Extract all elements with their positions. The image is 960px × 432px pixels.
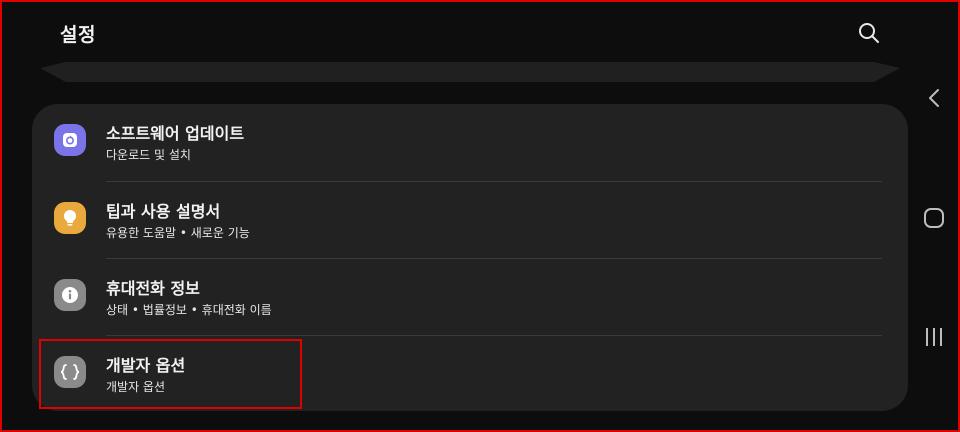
settings-card: 소프트웨어 업데이트 다운로드 및 설치 팁과 사용 설명서 유용한 도움말 •…: [32, 104, 908, 411]
settings-item-tips[interactable]: 팁과 사용 설명서 유용한 도움말 • 새로운 기능: [32, 182, 908, 258]
previous-card-edge: [40, 62, 900, 82]
developer-braces-icon: [54, 356, 86, 388]
item-subtitle: 개발자 옵션: [106, 380, 166, 394]
item-label: 소프트웨어 업데이트: [106, 124, 245, 143]
settings-item-phone-info[interactable]: 휴대전화 정보 상태 • 법률정보 • 휴대전화 이름: [32, 259, 908, 335]
back-icon: [929, 89, 939, 107]
back-button[interactable]: [920, 84, 948, 112]
recents-icon: [926, 328, 942, 346]
item-subtitle: 상태 • 법률정보 • 휴대전화 이름: [106, 303, 272, 317]
screen: 설정 소프트웨어 업데이트 다운로드 및 설치 팁과 사용 설명서 유용한 도움…: [0, 0, 960, 432]
home-icon: [924, 208, 944, 228]
software-update-icon: [54, 124, 86, 156]
info-icon: [54, 279, 86, 311]
settings-item-software-update[interactable]: 소프트웨어 업데이트 다운로드 및 설치: [32, 104, 908, 180]
search-button[interactable]: [854, 18, 884, 48]
item-label: 휴대전화 정보: [106, 279, 200, 298]
item-subtitle: 유용한 도움말 • 새로운 기능: [106, 226, 250, 240]
item-subtitle: 다운로드 및 설치: [106, 148, 191, 162]
page-title: 설정: [60, 24, 96, 46]
recents-button[interactable]: [920, 323, 948, 351]
settings-item-developer-options[interactable]: 개발자 옵션 개발자 옵션: [32, 336, 908, 412]
search-icon: [859, 23, 879, 43]
home-button[interactable]: [920, 204, 948, 232]
item-label: 개발자 옵션: [106, 356, 186, 375]
lightbulb-icon: [54, 202, 86, 234]
item-label: 팁과 사용 설명서: [106, 202, 221, 221]
